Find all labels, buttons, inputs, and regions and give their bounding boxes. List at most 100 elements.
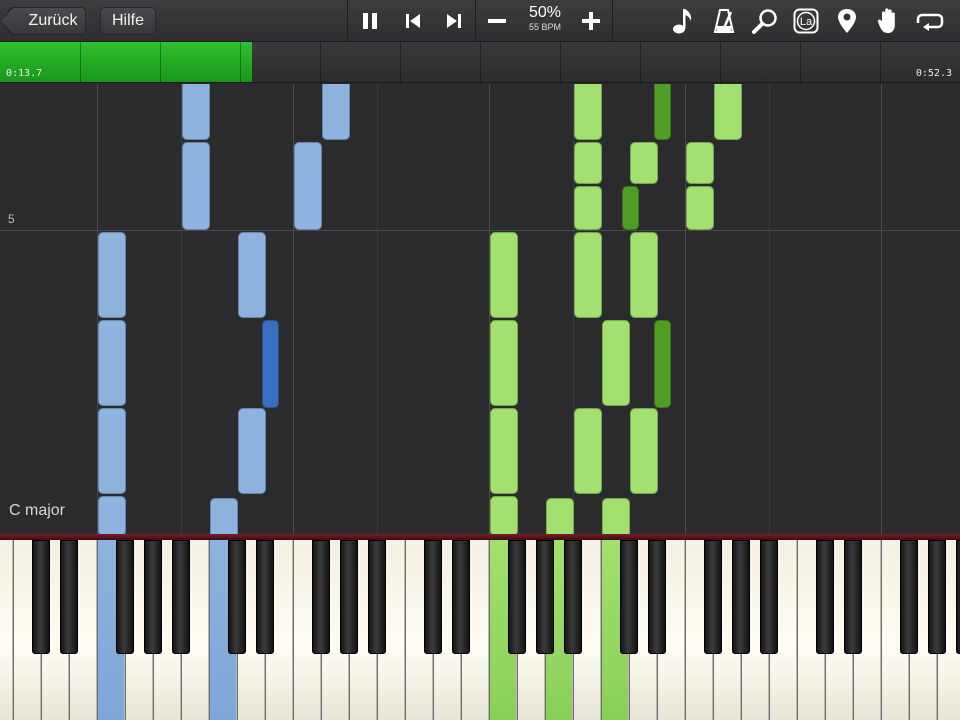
note-left-hand bbox=[98, 408, 126, 494]
note-name-la-icon: La bbox=[793, 8, 819, 34]
hands-button[interactable] bbox=[872, 5, 906, 37]
note-right-hand bbox=[602, 498, 630, 534]
note-left-hand bbox=[182, 142, 210, 230]
toolbar-divider bbox=[612, 0, 613, 42]
note-name-label: La bbox=[800, 16, 813, 28]
sheet-music-button[interactable] bbox=[666, 5, 700, 37]
black-key[interactable] bbox=[508, 540, 526, 654]
black-key[interactable] bbox=[452, 540, 470, 654]
piano-keyboard[interactable] bbox=[0, 534, 960, 720]
current-time: 0:13.7 bbox=[6, 68, 43, 79]
black-key[interactable] bbox=[900, 540, 918, 654]
black-key[interactable] bbox=[172, 540, 190, 654]
tempo-display: 50% 55 BPM bbox=[520, 4, 570, 33]
magnifier-icon bbox=[752, 9, 777, 34]
total-time: 0:52.3 bbox=[915, 68, 952, 79]
black-key[interactable] bbox=[760, 540, 778, 654]
note-right-hand bbox=[630, 232, 658, 318]
falling-notes-area: 5 C major bbox=[0, 84, 960, 534]
progress-divider bbox=[320, 42, 321, 82]
key-guide-line bbox=[881, 84, 882, 534]
key-guide-line bbox=[377, 84, 378, 534]
skip-back-icon bbox=[406, 14, 420, 28]
measure-line bbox=[0, 230, 960, 231]
progress-divider bbox=[640, 42, 641, 82]
black-key[interactable] bbox=[116, 540, 134, 654]
skip-forward-icon bbox=[447, 14, 461, 28]
help-button[interactable]: Hilfe bbox=[100, 7, 156, 35]
black-key[interactable] bbox=[424, 540, 442, 654]
black-key[interactable] bbox=[928, 540, 946, 654]
progress-divider bbox=[400, 42, 401, 82]
black-key[interactable] bbox=[256, 540, 274, 654]
note-right-hand bbox=[546, 498, 574, 534]
minus-icon bbox=[488, 19, 506, 23]
black-key[interactable] bbox=[536, 540, 554, 654]
pause-button[interactable] bbox=[353, 5, 387, 37]
black-key[interactable] bbox=[956, 540, 960, 654]
metronome-icon bbox=[713, 9, 735, 33]
metronome-button[interactable] bbox=[707, 5, 741, 37]
note-right-hand bbox=[630, 142, 658, 184]
note-right-hand bbox=[490, 408, 518, 494]
progress-divider bbox=[720, 42, 721, 82]
tempo-decrease-button[interactable] bbox=[480, 5, 514, 37]
progress-divider bbox=[880, 42, 881, 82]
progress-divider bbox=[480, 42, 481, 82]
black-key[interactable] bbox=[704, 540, 722, 654]
black-key[interactable] bbox=[32, 540, 50, 654]
note-right-hand bbox=[574, 408, 602, 494]
note-left-hand bbox=[238, 232, 266, 318]
black-key[interactable] bbox=[144, 540, 162, 654]
progress-divider bbox=[240, 42, 241, 82]
progress-divider bbox=[560, 42, 561, 82]
black-key[interactable] bbox=[816, 540, 834, 654]
tempo-increase-button[interactable] bbox=[574, 5, 608, 37]
loop-button[interactable] bbox=[913, 5, 947, 37]
note-right-hand bbox=[574, 142, 602, 184]
back-button[interactable]: Zurück bbox=[0, 6, 86, 36]
loop-icon bbox=[916, 13, 944, 31]
note-right-hand bbox=[630, 408, 658, 494]
toolbar-divider bbox=[475, 0, 476, 42]
black-key[interactable] bbox=[340, 540, 358, 654]
tempo-bpm: 55 BPM bbox=[528, 22, 561, 32]
note-right-hand bbox=[490, 320, 518, 406]
black-key[interactable] bbox=[620, 540, 638, 654]
progress-divider bbox=[800, 42, 801, 82]
note-right-hand bbox=[574, 232, 602, 318]
skip-back-button[interactable] bbox=[396, 5, 430, 37]
black-key[interactable] bbox=[228, 540, 246, 654]
black-key[interactable] bbox=[368, 540, 386, 654]
bookmark-button[interactable] bbox=[830, 5, 864, 37]
black-key[interactable] bbox=[564, 540, 582, 654]
note-left-hand bbox=[238, 408, 266, 494]
note-right-hand bbox=[490, 496, 518, 534]
note-left-hand bbox=[210, 498, 238, 534]
black-key[interactable] bbox=[844, 540, 862, 654]
note-left-hand-black bbox=[262, 320, 279, 408]
black-key[interactable] bbox=[648, 540, 666, 654]
back-button-label: Zurück bbox=[28, 12, 78, 29]
pause-icon bbox=[363, 13, 377, 29]
black-key[interactable] bbox=[312, 540, 330, 654]
synthesia-app: Zurück Hilfe 50% 55 BPM La 0:13.7 0:52.3… bbox=[0, 0, 960, 720]
zoom-button[interactable] bbox=[748, 5, 782, 37]
progress-divider bbox=[160, 42, 161, 82]
measure-number: 5 bbox=[8, 212, 15, 226]
song-progress-bar[interactable]: 0:13.7 0:52.3 bbox=[0, 42, 960, 83]
pin-icon bbox=[838, 9, 856, 33]
note-right-hand bbox=[686, 186, 714, 230]
black-key[interactable] bbox=[732, 540, 750, 654]
hand-icon bbox=[877, 8, 895, 33]
white-key-b[interactable] bbox=[0, 540, 13, 720]
note-names-button[interactable]: La bbox=[789, 5, 823, 37]
note-right-hand bbox=[602, 320, 630, 406]
note-right-hand-black bbox=[622, 186, 639, 230]
tempo-percent: 50% bbox=[528, 4, 562, 21]
skip-forward-button[interactable] bbox=[437, 5, 471, 37]
note-left-hand bbox=[98, 320, 126, 406]
black-key[interactable] bbox=[60, 540, 78, 654]
note-right-hand bbox=[574, 186, 602, 230]
key-guide-line bbox=[769, 84, 770, 534]
